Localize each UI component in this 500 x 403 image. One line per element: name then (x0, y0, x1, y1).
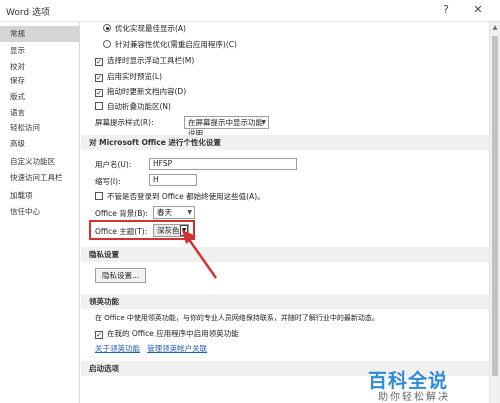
chevron-down-icon: ▼ (187, 209, 192, 216)
close-icon[interactable]: ✕ (470, 3, 486, 19)
checkbox-row-linkedin[interactable]: ✓ 在我的 Office 应用程序中启用领英功能 (95, 327, 239, 340)
manage-linkedin-link[interactable]: 管理领英帐户关联 (147, 344, 207, 353)
sidebar-item-trust-center[interactable]: 信任中心 (0, 204, 79, 220)
title-bar: Word 选项 ? ✕ (0, 0, 500, 22)
radio-row-compat[interactable]: 针对兼容性优化(需重启应用程序)(C) (103, 38, 237, 51)
radio-compat-label: 针对兼容性优化(需重启应用程序)(C) (115, 40, 237, 49)
sidebar-item-display[interactable]: 显示 (0, 43, 79, 59)
checkbox-always-use-label: 不管是否登录到 Office 都始终使用这些值(A)。 (107, 192, 265, 201)
username-label: 用户名(U): (95, 160, 132, 169)
radio-optimize[interactable] (103, 24, 111, 32)
sidebar-item-save[interactable]: 保存 (0, 73, 79, 89)
sidebar-item-addins[interactable]: 加载项 (0, 188, 79, 204)
checkbox-row-dragupdate[interactable]: ✓ 拖动时更新文档内容(D) (95, 85, 186, 98)
chevron-down-icon: ▼ (261, 119, 266, 126)
vertical-scrollbar[interactable]: ▲ (489, 22, 500, 403)
checkbox-collapse[interactable] (95, 102, 103, 110)
sidebar: 常规 显示 校对 保存 版式 语言 轻松访问 高级 自定义功能区 快速访问工具栏… (0, 22, 80, 403)
sidebar-item-quick-access-toolbar[interactable]: 快速访问工具栏 (0, 170, 79, 186)
sidebar-item-language[interactable]: 语言 (0, 105, 79, 121)
sidebar-item-advanced[interactable]: 高级 (0, 136, 79, 152)
checkbox-always-use[interactable] (95, 192, 103, 200)
annotation-arrow (182, 230, 218, 279)
checkbox-livepreview-label: 启用实时预览(L) (107, 72, 163, 81)
linkedin-description: 在 Office 中使用领英功能，与你的专业人员网络保持联系，并随时了解行业中的… (95, 314, 379, 322)
checkbox-livepreview[interactable]: ✓ (95, 74, 103, 82)
background-select[interactable]: 春天 ▼ (153, 206, 195, 219)
initials-label: 缩写(I): (95, 177, 121, 186)
checkbox-linkedin[interactable]: ✓ (95, 331, 103, 339)
checkbox-row-always-use[interactable]: 不管是否登录到 Office 都始终使用这些值(A)。 (95, 190, 265, 203)
chevron-up-icon[interactable]: ▲ (491, 24, 499, 31)
section-personalize: 对 Microsoft Office 进行个性化设置 (81, 135, 489, 150)
options-panel: 优化实现最佳显示(A) 针对兼容性优化(需重启应用程序)(C) ✓ 选择时显示浮动… (81, 22, 489, 403)
background-value: 春天 (157, 208, 172, 217)
sidebar-item-accessibility[interactable]: 轻松访问 (0, 120, 79, 136)
help-icon[interactable]: ? (438, 3, 454, 19)
checkbox-collapse-label: 自动折叠功能区(N) (107, 102, 171, 111)
radio-compat[interactable] (103, 40, 111, 48)
checkbox-minitoolbar-label: 选择时显示浮动工具栏(M) (107, 56, 195, 65)
radio-optimize-label: 优化实现最佳显示(A) (115, 24, 186, 33)
sidebar-item-layout[interactable]: 版式 (0, 89, 79, 105)
checkbox-row-collapse[interactable]: 自动折叠功能区(N) (95, 100, 171, 113)
checkbox-dragupdate-label: 拖动时更新文档内容(D) (107, 87, 187, 96)
background-label: Office 背景(B): (95, 209, 148, 218)
window-title: Word 选项 (6, 8, 50, 18)
about-linkedin-link[interactable]: 关于领英功能 (95, 344, 140, 353)
section-linkedin: 领英功能 (81, 294, 489, 309)
username-input[interactable]: HFSP (149, 158, 297, 170)
tooltip-style-select[interactable]: 在屏幕提示中显示功能说明 ▼ (184, 116, 269, 138)
linkedin-links: 关于领英功能 管理领英帐户关联 (95, 342, 207, 355)
checkbox-linkedin-label: 在我的 Office 应用程序中启用领英功能 (107, 329, 239, 338)
watermark-subtitle: 助你轻松解决 (378, 392, 450, 403)
checkbox-minitoolbar[interactable]: ✓ (95, 58, 103, 66)
privacy-settings-button[interactable]: 隐私设置... (95, 268, 147, 283)
initials-input[interactable]: H (149, 174, 197, 186)
checkbox-row-minitoolbar[interactable]: ✓ 选择时显示浮动工具栏(M) (95, 54, 194, 67)
sidebar-item-customize-ribbon[interactable]: 自定义功能区 (0, 154, 79, 170)
sidebar-item-general[interactable]: 常规 (0, 26, 79, 42)
scrollbar-thumb[interactable] (492, 36, 498, 376)
radio-row-optimize[interactable]: 优化实现最佳显示(A) (103, 22, 186, 35)
checkbox-row-livepreview[interactable]: ✓ 启用实时预览(L) (95, 70, 162, 83)
tooltip-style-label: 屏幕提示样式(R): (95, 118, 154, 127)
section-privacy: 隐私设置 (81, 247, 489, 262)
checkbox-dragupdate[interactable]: ✓ (95, 89, 103, 97)
